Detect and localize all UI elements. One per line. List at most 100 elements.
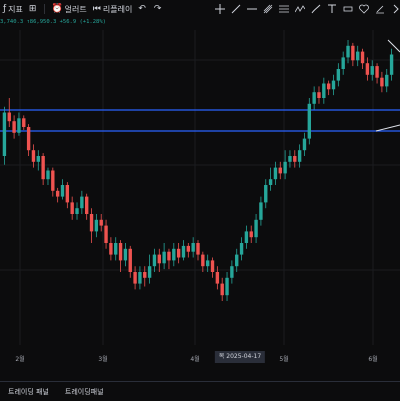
candle-up [75,208,79,214]
candle-down [326,83,331,90]
candle-up [230,266,234,278]
x-axis-label-apr: 4월 [190,356,200,363]
replay-button[interactable]: ⏮ 리플레이 [90,0,136,18]
candle-up [264,185,268,203]
top-toolbar: ƒ 지표 ⊞ ⏰ 얼러트 ⏮ 리플레이 ↶ ↷ [0,0,400,18]
candle-up [94,219,99,232]
horizontal-line-tool[interactable] [245,2,259,16]
toolbar-divider [44,4,46,14]
candle-up [331,80,336,90]
more-tools[interactable] [389,2,400,16]
candle-down [70,202,74,214]
horizontal-lines[interactable] [0,109,400,132]
ruler-icon [343,6,353,12]
price-chart[interactable] [0,0,400,400]
candle-up [152,254,157,267]
candle-down [118,243,123,261]
candle-up [312,92,316,104]
candle-down [51,170,55,191]
trendline-icon [231,4,241,14]
fib-tool[interactable] [277,2,291,16]
candle-up [17,118,21,133]
heart-icon [359,4,369,14]
pattern-tool[interactable] [293,2,307,16]
indicators-icon: ƒ [3,3,7,14]
x-axis-label-feb: 2월 [15,356,25,363]
trendline-segment[interactable] [375,124,400,132]
undo-icon: ↶ [138,3,146,14]
candle-down [157,254,161,264]
candle-down [89,214,94,232]
candle-down [249,231,253,238]
candle-up [80,196,84,209]
eraser-tool[interactable] [373,2,387,16]
pitchfork-icon [263,4,273,14]
candle-up [370,66,374,75]
candle-down [215,272,220,284]
alerts-label: 얼러트 [64,4,87,14]
text-tool[interactable] [325,2,339,16]
candle-up [147,266,152,278]
candle-up [283,161,287,174]
candle-down [84,196,89,214]
ruler-tool[interactable] [341,2,355,16]
candles [2,40,394,301]
crosshair-date-label: 목 2025-04-17 [214,351,266,363]
drawing-tools [212,0,400,18]
candle-up [225,277,229,296]
layout-button[interactable]: ⊞ [26,0,42,18]
brush-icon [311,4,321,14]
chevron-right-icon [393,4,399,14]
candle-down [31,150,36,162]
redo-icon: ↷ [153,3,162,14]
horizontal-line-icon [247,8,257,10]
candle-down [360,51,365,64]
candle-down [26,127,31,151]
candle-up [244,231,249,243]
alarm-clock-icon: ⏰ [51,3,63,14]
candle-up [346,45,350,58]
candle-down [65,185,70,203]
candle-down [133,272,137,284]
candle-down [41,156,45,180]
candle-up [191,243,195,252]
heart-tool[interactable] [357,2,371,16]
candle-down [7,112,11,122]
candle-down [351,45,355,61]
trendline-tool[interactable] [229,2,243,16]
candle-down [317,92,321,98]
indicators-button[interactable]: ƒ 지표 [0,0,26,18]
eraser-icon [376,5,384,14]
candle-up [389,54,394,75]
candle-up [356,51,360,61]
candle-down [12,121,16,133]
candle-up [307,103,312,139]
brush-tool[interactable] [309,2,323,16]
candle-up [322,83,326,98]
candle-up [268,179,273,185]
undo-button[interactable]: ↶ [135,0,151,18]
candle-up [181,245,186,258]
trading-panel-tab-1[interactable]: 트레이딩 패널 [0,387,57,397]
trendline-segment[interactable] [387,39,400,53]
candle-down [365,63,370,75]
trading-panel-tab-2[interactable]: 트레이딩패널 [57,387,112,397]
cursor-tool[interactable] [213,2,227,16]
pitchfork-tool[interactable] [261,2,275,16]
alerts-button[interactable]: ⏰ 얼러트 [48,0,89,18]
redo-button[interactable]: ↷ [151,0,167,18]
candle-down [210,260,215,272]
candle-up [273,167,278,180]
text-icon [328,4,336,13]
candle-down [278,167,282,174]
x-axis-label-may: 5월 [279,356,289,363]
candle-down [176,248,181,258]
candle-down [380,77,384,87]
candle-down [143,272,147,278]
candle-down [99,219,103,226]
candle-down [201,254,205,267]
ohlc-readout: 3,740.3 ↑86,950.3 +56.9 (+1.28%) [0,19,106,25]
candle-up [302,138,307,151]
candle-up [114,243,118,255]
candle-up [341,57,345,69]
